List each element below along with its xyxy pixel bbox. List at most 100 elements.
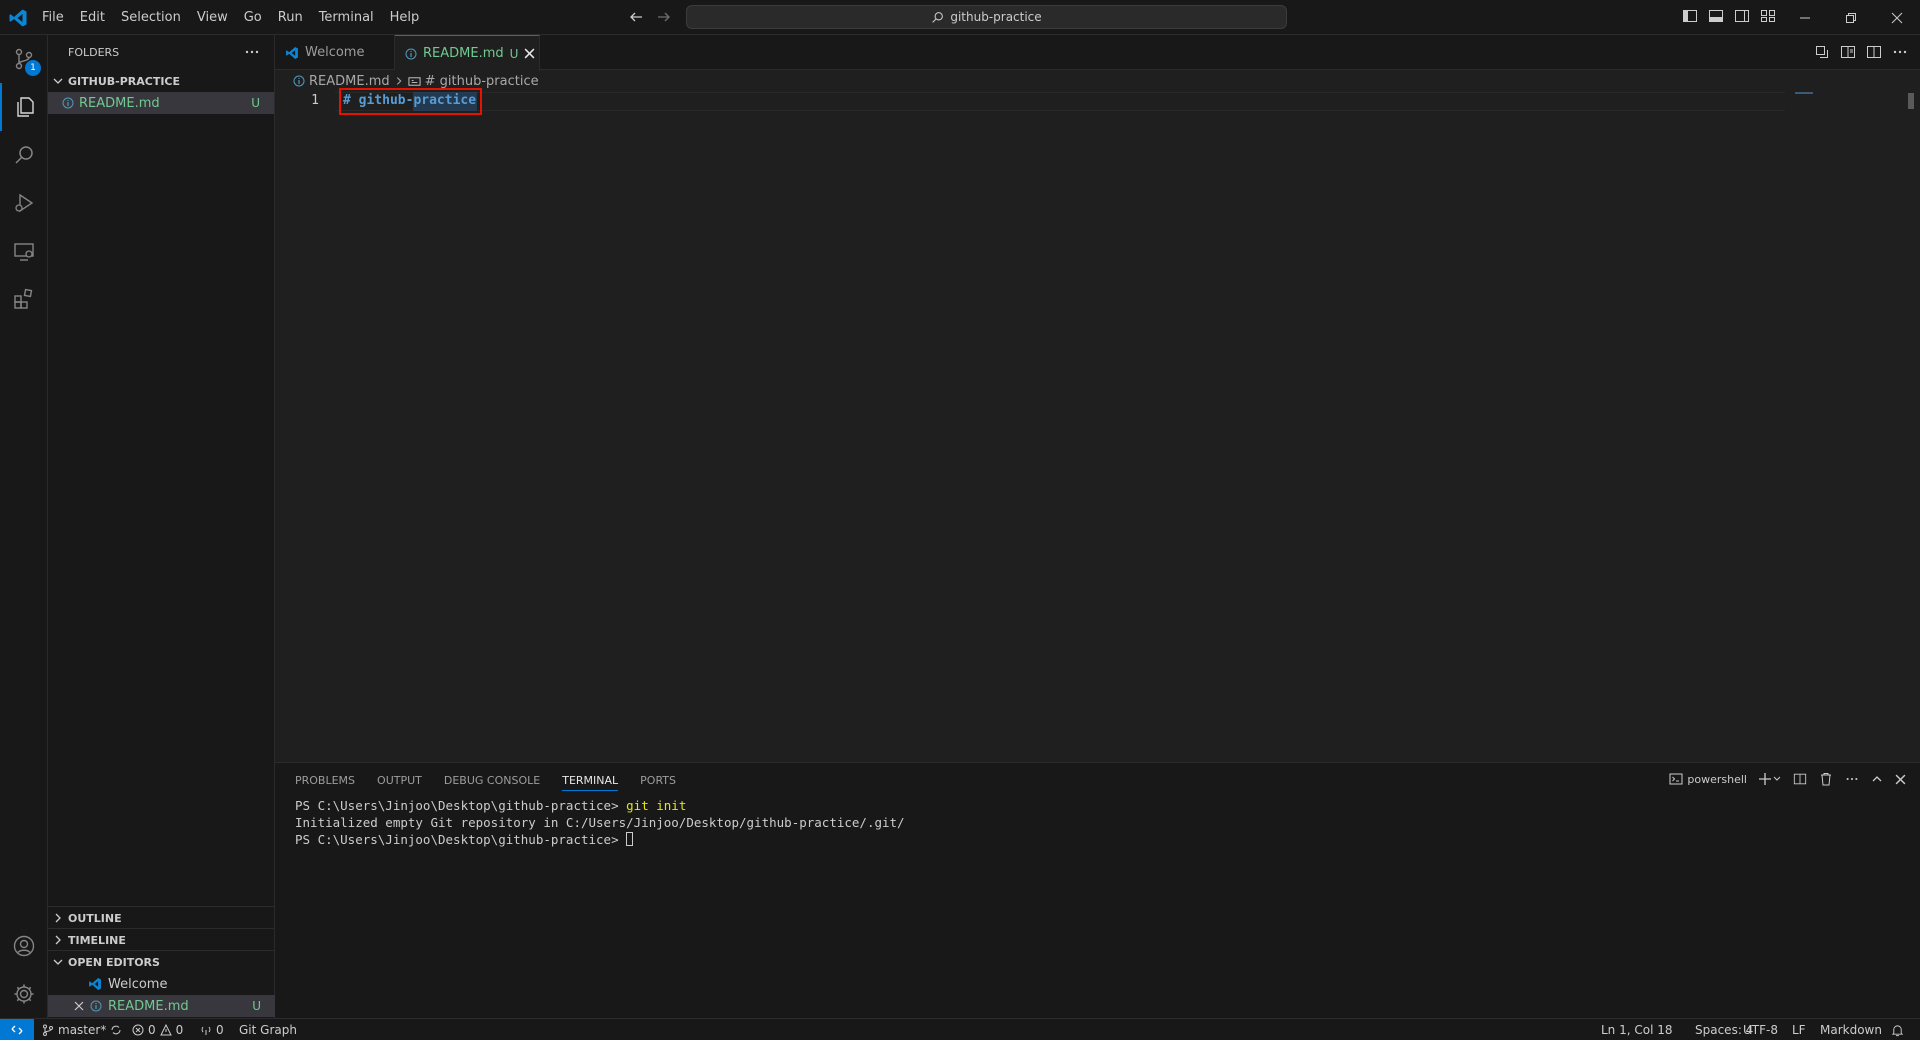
command-center-label: github-practice — [950, 10, 1042, 24]
chevron-down-icon — [52, 956, 64, 968]
source-control-icon[interactable]: 1 — [0, 35, 48, 83]
timeline-section[interactable]: TIMELINE — [48, 928, 275, 951]
chevron-right-icon — [394, 76, 404, 86]
more-actions-icon[interactable] — [1892, 44, 1908, 60]
annotation-highlight-box — [339, 88, 482, 115]
toggle-primary-sidebar-icon[interactable] — [1682, 8, 1698, 24]
menu-help[interactable]: Help — [382, 5, 428, 31]
menu-selection[interactable]: Selection — [113, 5, 189, 31]
terminal-icon — [1669, 772, 1683, 786]
tab-debug-console[interactable]: DEBUG CONSOLE — [444, 774, 540, 787]
timeline-title: TIMELINE — [68, 933, 126, 947]
breadcrumb-symbol[interactable]: # github-practice — [425, 74, 539, 89]
open-editors-section: OPEN EDITORS Welcome README.md U — [48, 950, 275, 1017]
terminal-shell-selector[interactable]: powershell — [1669, 772, 1747, 786]
terminal-output[interactable]: PS C:\Users\Jinjoo\Desktop\github-practi… — [295, 797, 905, 848]
branch-indicator[interactable]: master* — [42, 1019, 122, 1040]
layout-controls — [1682, 8, 1776, 24]
tab-output[interactable]: OUTPUT — [377, 774, 422, 787]
split-editor-icon[interactable] — [1866, 44, 1882, 60]
close-icon[interactable] — [524, 48, 535, 59]
minimap[interactable] — [1795, 92, 1813, 94]
open-editors-header[interactable]: OPEN EDITORS — [48, 951, 275, 973]
info-icon — [90, 1000, 102, 1012]
menu-edit[interactable]: Edit — [72, 5, 113, 31]
more-actions-icon[interactable] — [244, 44, 260, 60]
search-icon — [931, 11, 944, 24]
menu-view[interactable]: View — [189, 5, 236, 31]
sidebar-header: FOLDERS — [48, 35, 274, 70]
menu-file[interactable]: File — [34, 5, 72, 31]
open-editor-welcome[interactable]: Welcome — [48, 973, 275, 995]
line-number: 1 — [311, 93, 319, 108]
restore-window-icon[interactable] — [1828, 0, 1874, 35]
toggle-panel-icon[interactable] — [1708, 8, 1724, 24]
outline-header[interactable]: OUTLINE — [48, 907, 275, 929]
open-preview-icon[interactable] — [1840, 44, 1856, 60]
toggle-secondary-sidebar-icon[interactable] — [1734, 8, 1750, 24]
ports-count: 0 — [216, 1023, 224, 1037]
outline-section[interactable]: OUTLINE — [48, 906, 275, 929]
minimize-window-icon[interactable] — [1782, 0, 1828, 35]
run-and-debug-icon[interactable] — [0, 179, 48, 227]
editor-tab-bar: Welcome README.md U — [275, 35, 1920, 71]
git-branch-icon — [42, 1024, 54, 1036]
code-editor[interactable]: 1 # github-practice — [275, 88, 1920, 762]
git-graph-button[interactable]: Git Graph — [239, 1019, 297, 1040]
close-icon[interactable] — [74, 1001, 84, 1011]
maximize-panel-icon[interactable] — [1871, 773, 1883, 785]
trash-icon[interactable] — [1819, 772, 1833, 786]
accounts-icon[interactable] — [0, 922, 48, 970]
close-window-icon[interactable] — [1874, 0, 1920, 35]
language-mode[interactable]: Markdown — [1820, 1019, 1882, 1040]
open-changes-icon[interactable] — [1814, 44, 1830, 60]
customize-layout-icon[interactable] — [1760, 8, 1776, 24]
extensions-icon[interactable] — [0, 275, 48, 323]
open-editor-readme[interactable]: README.md U — [48, 995, 275, 1017]
timeline-header[interactable]: TIMELINE — [48, 929, 275, 951]
command-center-search[interactable]: github-practice — [686, 5, 1287, 29]
folder-header[interactable]: GITHUB-PRACTICE — [48, 70, 274, 92]
ports-indicator[interactable]: 0 — [200, 1019, 224, 1040]
file-item-readme[interactable]: README.md U — [48, 92, 274, 114]
encoding[interactable]: UTF-8 — [1743, 1019, 1778, 1040]
back-arrow-icon[interactable] — [628, 9, 644, 25]
more-actions-icon[interactable] — [1845, 772, 1859, 786]
tab-readme[interactable]: README.md U — [395, 35, 540, 71]
vscode-logo-icon — [88, 977, 102, 991]
settings-gear-icon[interactable] — [0, 970, 48, 1018]
notifications-bell-icon[interactable] — [1891, 1019, 1904, 1040]
editor-actions — [1814, 44, 1908, 60]
problems-indicator[interactable]: 0 0 — [132, 1019, 183, 1040]
new-terminal-icon[interactable] — [1759, 772, 1781, 786]
terminal-prompt: PS C:\Users\Jinjoo\Desktop\github-practi… — [295, 832, 619, 847]
menu-go[interactable]: Go — [236, 5, 270, 31]
sidebar-title: FOLDERS — [68, 46, 120, 59]
warning-icon — [159, 1024, 172, 1036]
menu-terminal[interactable]: Terminal — [311, 5, 382, 31]
tab-ports[interactable]: PORTS — [640, 774, 676, 787]
explorer-icon[interactable] — [0, 83, 48, 131]
info-icon — [62, 97, 74, 109]
menu-run[interactable]: Run — [270, 5, 311, 31]
sync-icon[interactable] — [110, 1024, 122, 1036]
open-editor-label: README.md — [108, 998, 189, 1014]
chevron-right-icon — [52, 912, 64, 924]
cursor-position[interactable]: Ln 1, Col 18 — [1601, 1019, 1673, 1040]
source-control-badge: 1 — [25, 60, 41, 76]
search-icon[interactable] — [0, 131, 48, 179]
tab-problems[interactable]: PROBLEMS — [295, 774, 355, 787]
vscode-logo-icon — [285, 46, 299, 60]
shell-name: powershell — [1687, 772, 1747, 786]
end-of-line[interactable]: LF — [1792, 1019, 1806, 1040]
current-line-highlight — [335, 92, 1785, 111]
tab-welcome[interactable]: Welcome — [275, 35, 395, 70]
remote-explorer-icon[interactable] — [0, 227, 48, 275]
split-terminal-icon[interactable] — [1793, 772, 1807, 786]
breadcrumb-file[interactable]: README.md — [309, 74, 390, 89]
forward-arrow-icon[interactable] — [656, 9, 672, 25]
remote-indicator-icon[interactable] — [0, 1019, 34, 1040]
scrollbar-thumb[interactable] — [1907, 92, 1915, 110]
close-panel-icon[interactable] — [1895, 774, 1906, 785]
tab-terminal[interactable]: TERMINAL — [562, 774, 619, 791]
